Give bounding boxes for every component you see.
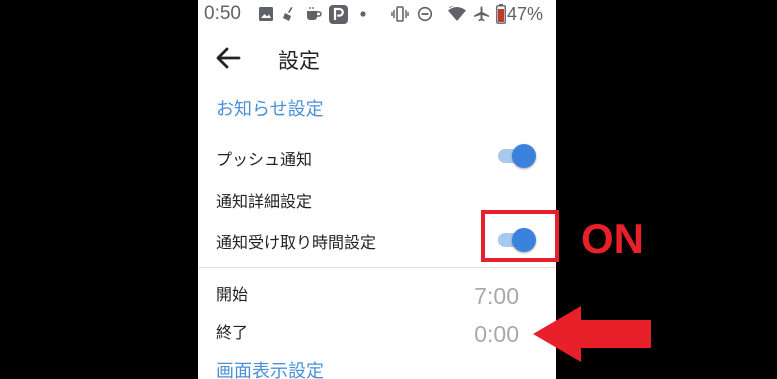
airplane-icon: [474, 6, 489, 22]
vibrate-icon: [391, 6, 409, 22]
end-time-label: 終了: [216, 323, 249, 342]
paypay-icon: [329, 5, 348, 24]
arrow-left-annotation-icon: [533, 306, 651, 362]
notification-time-setting-label: 通知受け取り時間設定: [216, 233, 377, 252]
coffee-icon: [307, 7, 322, 20]
image-icon: [259, 7, 273, 21]
battery-icon: [496, 4, 506, 24]
phone-screen: 0:50 47% 設定 お知らせ設定 プッシュ通知 通知詳細設定 通知受け取り時…: [198, 0, 556, 379]
status-bar: 0:50 47%: [198, 0, 556, 30]
highlight-box: [481, 210, 559, 262]
wifi-icon: [448, 6, 466, 21]
start-time-value[interactable]: 7:00: [474, 283, 519, 310]
battery-percentage: 47%: [507, 4, 544, 24]
dnd-icon: [417, 6, 433, 22]
page-title: 設定: [278, 49, 320, 73]
divider: [198, 267, 556, 268]
status-time: 0:50: [204, 3, 241, 24]
section-header-display: 画面表示設定: [216, 361, 324, 379]
end-time-value[interactable]: 0:00: [474, 321, 519, 348]
dot-icon: [360, 11, 366, 17]
arrow-left-icon[interactable]: [215, 46, 241, 70]
broom-icon: [283, 7, 293, 21]
push-notification-label: プッシュ通知: [216, 150, 313, 169]
push-notification-toggle[interactable]: [498, 143, 536, 169]
toggle-thumb: [512, 144, 536, 168]
section-header-notifications: お知らせ設定: [216, 99, 324, 120]
start-time-label: 開始: [216, 285, 249, 304]
on-annotation-label: ON: [581, 215, 644, 262]
notification-detail-settings-label: 通知詳細設定: [216, 192, 313, 211]
